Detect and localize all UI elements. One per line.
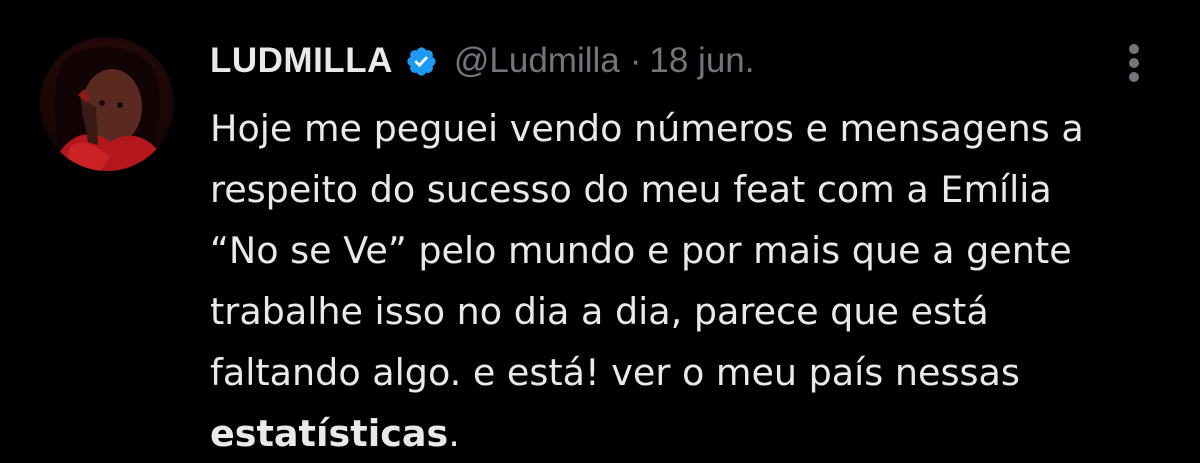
avatar[interactable] xyxy=(40,37,174,171)
tweet-text-line: Hoje me peguei vendo números e mensagens… xyxy=(210,107,1084,150)
tweet-text-line: respeito do sucesso do meu feat com a Em… xyxy=(210,168,1052,211)
handle[interactable]: @Ludmilla xyxy=(454,41,620,81)
tweet-text-line: trabalhe isso no dia a dia, parece que e… xyxy=(210,290,989,333)
tweet[interactable]: LUDMILLA @Ludmilla · 18 jun. Hoje me peg… xyxy=(0,0,1200,463)
display-name[interactable]: LUDMILLA xyxy=(210,41,393,81)
more-vertical-icon[interactable] xyxy=(1118,40,1150,84)
avatar-image xyxy=(40,37,174,171)
tweet-text-line: faltando algo. e está! ver o meu país ne… xyxy=(210,351,1020,394)
tweet-date[interactable]: 18 jun. xyxy=(649,41,754,81)
tweet-text-last-line: estatísticas. xyxy=(210,403,1170,463)
verified-badge-icon xyxy=(405,45,438,78)
tweet-text: Hoje me peguei vendo números e mensagens… xyxy=(210,98,1170,463)
tweet-text-bold: estatísticas xyxy=(210,412,449,455)
tweet-header: LUDMILLA @Ludmilla · 18 jun. xyxy=(210,36,754,86)
tweet-text-line: “No se Ve” pelo mundo e por mais que a g… xyxy=(210,229,1072,272)
tweet-text-tail: . xyxy=(448,412,460,455)
separator-dot: · xyxy=(629,41,642,80)
